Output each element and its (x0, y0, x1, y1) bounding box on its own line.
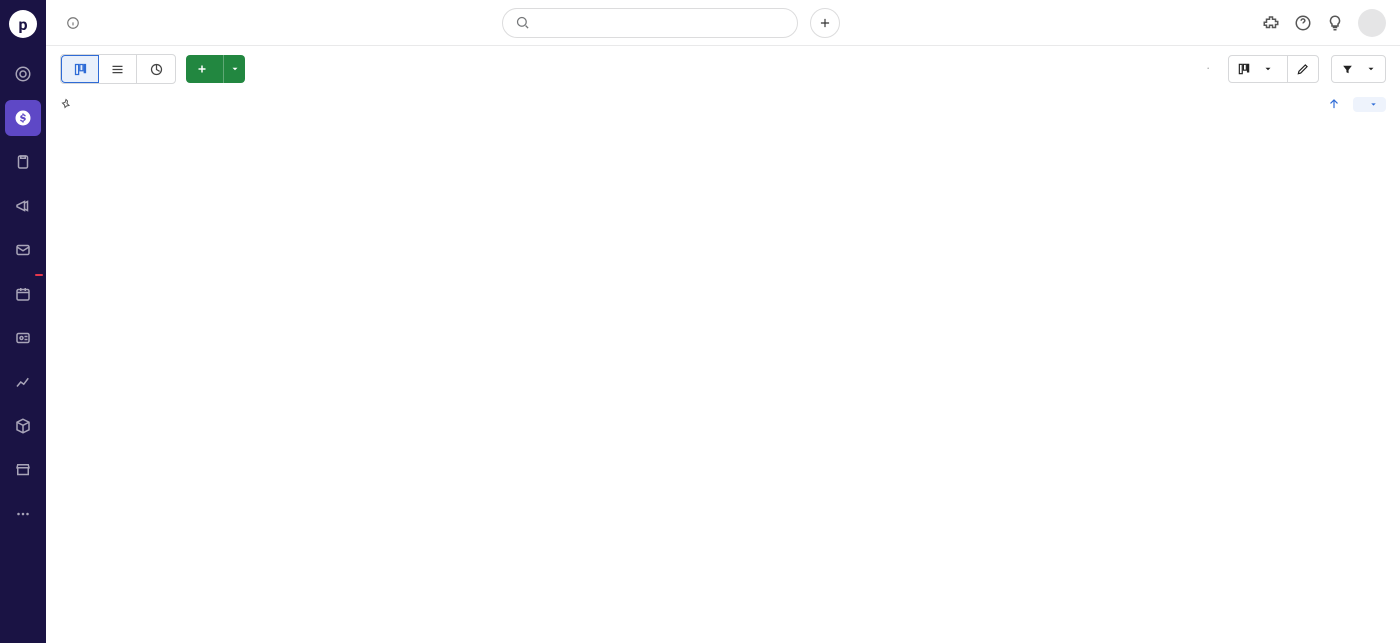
sidebar-item-campaigns[interactable] (5, 188, 41, 224)
list-icon (110, 62, 125, 77)
deals-summary: · (1200, 61, 1216, 77)
sort-selector[interactable] (1353, 97, 1386, 112)
add-deal-dropdown[interactable] (223, 55, 245, 83)
add-deal-button[interactable] (186, 55, 245, 83)
mail-icon (14, 241, 32, 259)
sort-area (1323, 93, 1386, 115)
pencil-icon (1296, 62, 1310, 76)
bulb-icon (1326, 14, 1344, 32)
kanban-icon (73, 62, 88, 77)
target-icon (14, 65, 32, 83)
sidebar-item-deals[interactable] (5, 100, 41, 136)
sidebar-item-insights[interactable] (5, 364, 41, 400)
pin-icon (60, 98, 72, 110)
caret-down-icon (230, 64, 240, 74)
caret-down-icon (1369, 100, 1378, 109)
extensions-button[interactable] (1262, 14, 1280, 32)
sidebar-item-activities[interactable] (5, 276, 41, 312)
dollar-icon (14, 109, 32, 127)
view-kanban-button[interactable] (61, 55, 99, 83)
topbar-center (80, 8, 1262, 38)
search-icon (515, 15, 530, 30)
help-icon (1294, 14, 1312, 32)
view-toggle-group (60, 54, 176, 84)
sort-direction-button[interactable] (1323, 93, 1345, 115)
pin-filters-button[interactable] (60, 98, 78, 110)
sidebar-item-focus[interactable] (5, 56, 41, 92)
topbar (46, 0, 1400, 46)
main: · (46, 0, 1400, 643)
topbar-right (1262, 9, 1386, 37)
separator-dot: · (1206, 61, 1210, 77)
view-forecast-button[interactable] (137, 55, 175, 83)
clipboard-icon (14, 153, 32, 171)
store-icon (14, 461, 32, 479)
brand-logo[interactable]: p (9, 10, 37, 38)
view-list-button[interactable] (99, 55, 137, 83)
contacts-icon (14, 329, 32, 347)
search-input[interactable] (538, 15, 785, 30)
info-icon[interactable] (66, 16, 80, 30)
search-input-wrapper[interactable] (502, 8, 798, 38)
box-icon (14, 417, 32, 435)
caret-down-icon (1366, 64, 1376, 74)
plus-icon (818, 16, 832, 30)
tips-button[interactable] (1326, 14, 1344, 32)
caret-down-icon (1263, 64, 1273, 74)
filter-selector[interactable] (1331, 55, 1386, 83)
pipeline-edit-button[interactable] (1287, 56, 1318, 82)
chart-icon (14, 373, 32, 391)
activity-badge (35, 274, 43, 276)
kanban-board (46, 122, 1400, 643)
subbar (46, 92, 1400, 122)
user-avatar[interactable] (1358, 9, 1386, 37)
forecast-icon (149, 62, 164, 77)
toolbar: · (46, 46, 1400, 92)
sidebar: p (0, 0, 46, 643)
sidebar-item-contacts[interactable] (5, 320, 41, 356)
plus-icon (196, 63, 208, 75)
help-button[interactable] (1294, 14, 1312, 32)
sidebar-item-products[interactable] (5, 408, 41, 444)
megaphone-icon (14, 197, 32, 215)
puzzle-icon (1262, 14, 1280, 32)
pipeline-icon (1237, 62, 1251, 76)
filter-icon (1341, 63, 1354, 76)
sidebar-item-marketplace[interactable] (5, 452, 41, 488)
sidebar-item-mail[interactable] (5, 232, 41, 268)
pipeline-selector[interactable] (1228, 55, 1319, 83)
sidebar-item-projects[interactable] (5, 144, 41, 180)
arrow-up-icon (1327, 97, 1341, 111)
more-icon (14, 505, 32, 523)
sidebar-item-more[interactable] (5, 496, 41, 532)
toolbar-right: · (1200, 55, 1386, 83)
calendar-icon (14, 285, 32, 303)
quick-add-button[interactable] (810, 8, 840, 38)
